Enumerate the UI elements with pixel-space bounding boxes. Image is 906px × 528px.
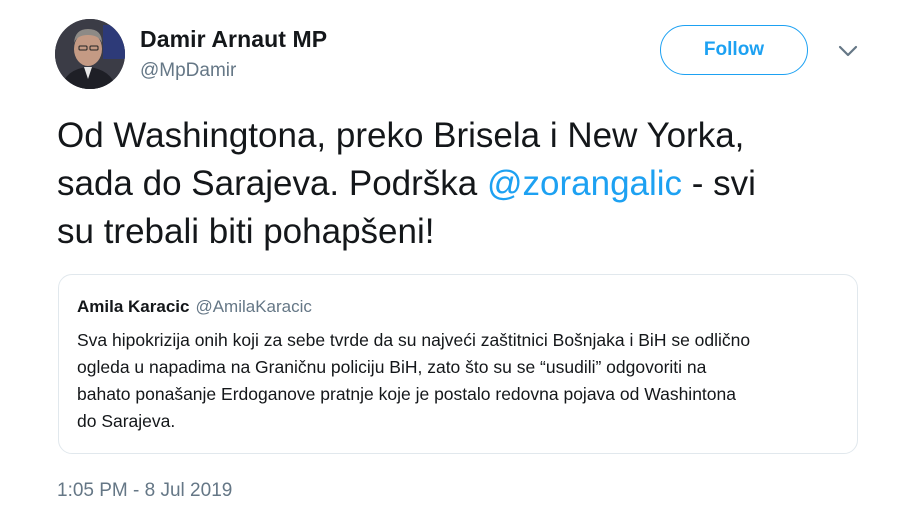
avatar-portrait-icon [55, 19, 125, 89]
tweet-line: Od Washingtona, preko Brisela i New York… [57, 116, 745, 155]
tweet-line: su trebali biti pohapšeni! [57, 212, 435, 251]
quoted-tweet-text: Sva hipokrizija onih koji za sebe tvrde … [77, 327, 847, 435]
author-handle[interactable]: @MpDamir [140, 60, 236, 82]
tweet-line: sada do Sarajeva. Podrška @zorangalic - … [57, 160, 857, 208]
quoted-tweet-card[interactable]: Amila Karacic @AmilaKaracic Sva hipokrizi… [58, 274, 858, 454]
quoted-author-handle: @AmilaKaracic [195, 297, 312, 316]
avatar[interactable] [55, 19, 125, 89]
quoted-tweet-line: Sva hipokrizija onih koji za sebe tvrde … [77, 330, 751, 350]
mention-link[interactable]: @zorangalic [487, 164, 682, 203]
quoted-author-name: Amila Karacic [77, 297, 190, 316]
chevron-down-icon[interactable] [835, 42, 861, 60]
quoted-tweet-line: ogleda u napadima na Graničnu policiju B… [77, 357, 707, 377]
tweet-text-segment: sada do Sarajeva. Podrška [57, 164, 487, 203]
tweet-timestamp[interactable]: 1:05 PM - 8 Jul 2019 [57, 480, 232, 502]
author-display-name[interactable]: Damir Arnaut MP [140, 26, 327, 53]
quoted-tweet-line: bahato ponašanje Erdoganove pratnje koje… [77, 384, 736, 404]
follow-button[interactable]: Follow [660, 25, 808, 75]
quoted-tweet-header: Amila Karacic @AmilaKaracic [77, 297, 312, 317]
tweet-text-segment: - svi [682, 164, 756, 203]
quoted-tweet-line: do Sarajeva. [77, 411, 176, 431]
tweet-text: Od Washingtona, preko Brisela i New York… [57, 112, 857, 256]
